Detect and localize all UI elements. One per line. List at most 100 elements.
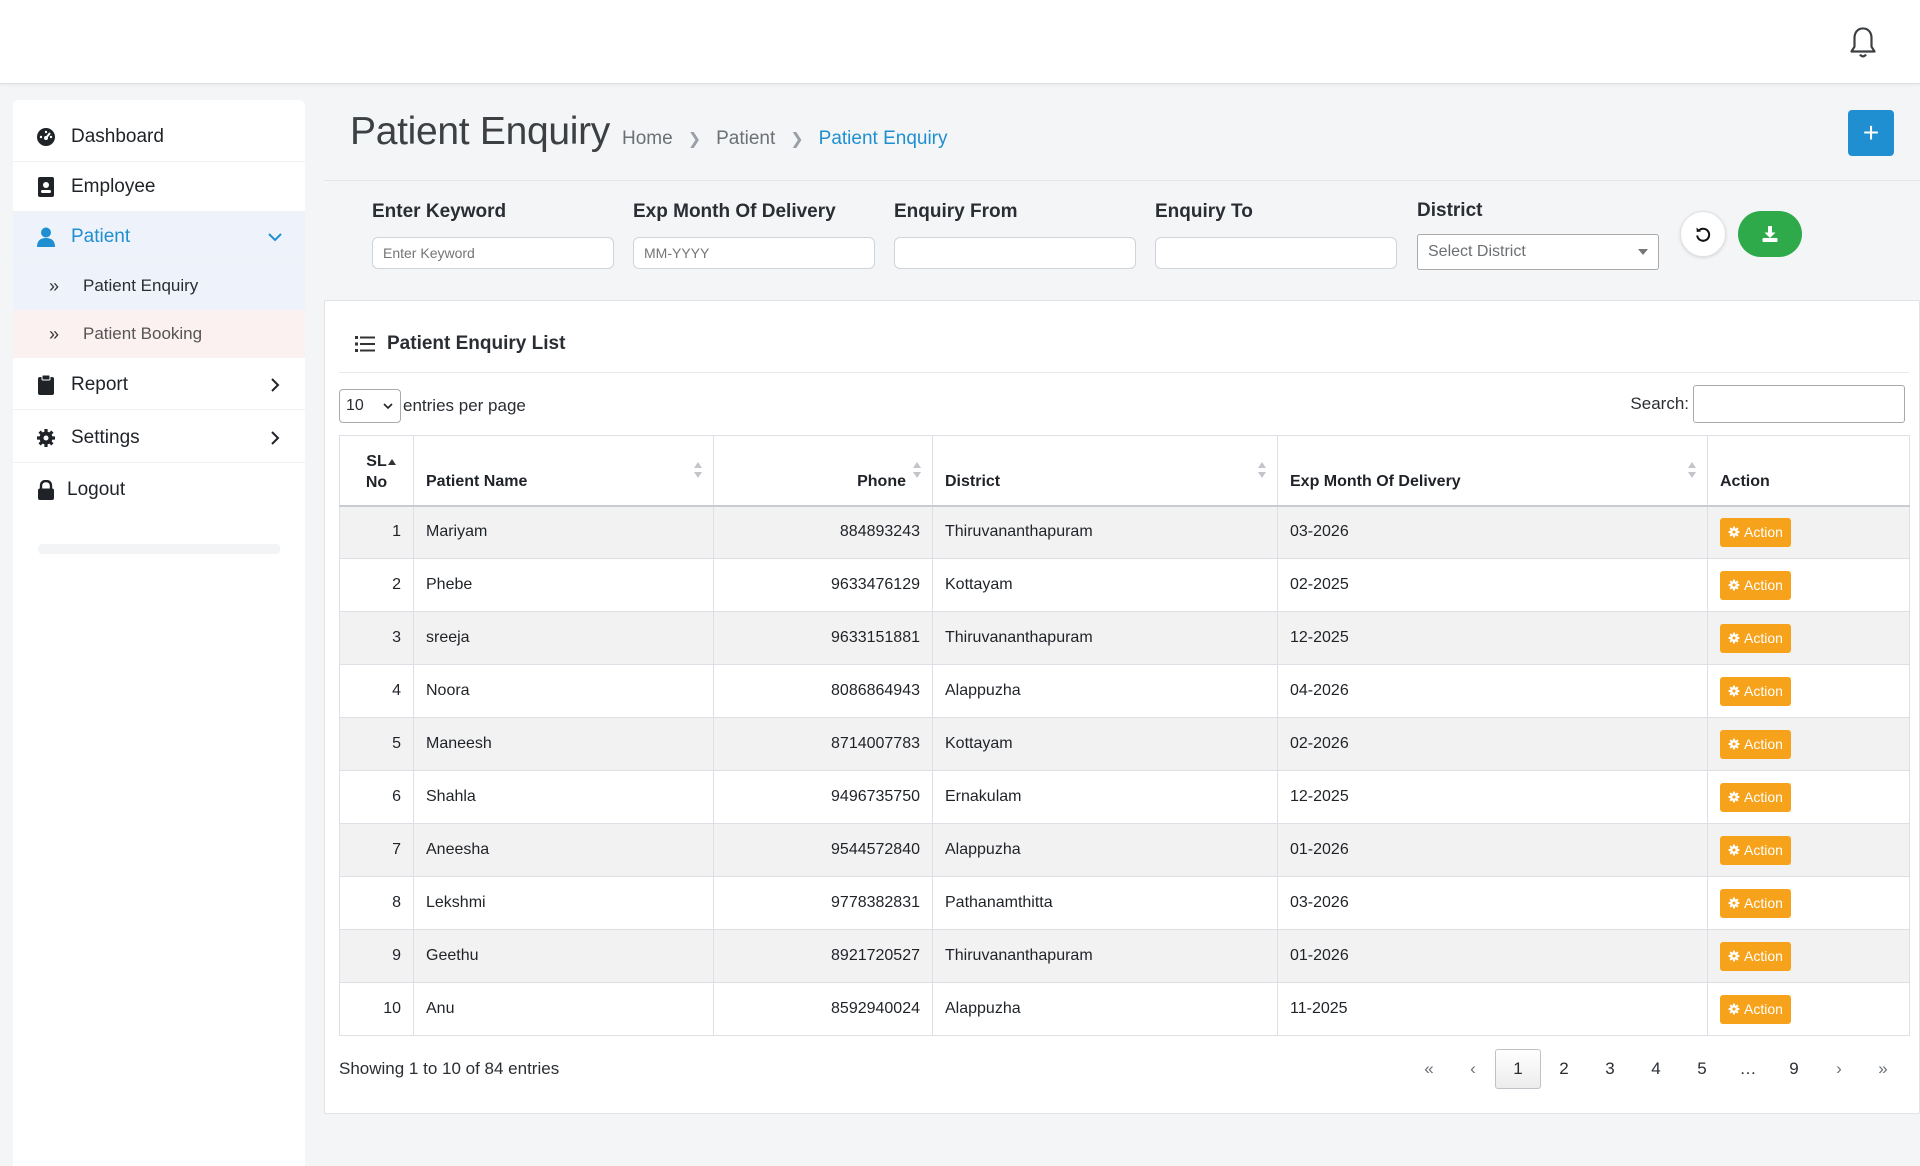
row-action-button[interactable]: Action: [1720, 623, 1791, 653]
breadcrumb-home[interactable]: Home: [622, 128, 673, 150]
chevron-right-icon: [271, 378, 280, 392]
page-button[interactable]: 4: [1633, 1049, 1679, 1089]
download-button[interactable]: [1738, 211, 1802, 257]
table-row: 4 Noora 8086864943 Alappuzha 04-2026 Action: [339, 664, 1910, 718]
column-header-exp-month[interactable]: Exp Month Of Delivery: [1277, 435, 1708, 507]
exp-month-input[interactable]: [633, 237, 875, 269]
sidebar-item-employee[interactable]: Employee: [13, 162, 305, 212]
sidebar-item-settings[interactable]: Settings: [13, 413, 305, 463]
row-action-button[interactable]: Action: [1720, 888, 1791, 918]
add-enquiry-button[interactable]: +: [1848, 110, 1894, 156]
sidebar-item-label: Patient: [71, 225, 131, 247]
cell-phone: 8921720527: [713, 929, 933, 983]
cell-phone: 8086864943: [713, 664, 933, 718]
next-page-button[interactable]: ›: [1817, 1049, 1861, 1089]
cell-action: Action: [1707, 929, 1910, 983]
enquiry-to-filter: Enquiry To: [1155, 201, 1397, 269]
row-action-button[interactable]: Action: [1720, 517, 1791, 547]
column-header-district[interactable]: District: [932, 435, 1278, 507]
sidebar-subitem-patient-booking[interactable]: » Patient Booking: [13, 310, 305, 358]
search-input[interactable]: [1693, 385, 1905, 423]
column-header-label: Exp Month Of Delivery: [1290, 472, 1461, 490]
page-ellipsis: …: [1739, 1059, 1757, 1078]
breadcrumb-patient[interactable]: Patient: [716, 128, 775, 150]
row-action-button[interactable]: Action: [1720, 782, 1791, 812]
page-button[interactable]: 5: [1679, 1049, 1725, 1089]
gear-icon: [1728, 791, 1740, 803]
row-action-label: Action: [1744, 789, 1783, 805]
cell-phone: 9633151881: [713, 611, 933, 665]
sort-icon: [1688, 461, 1696, 478]
row-action-button[interactable]: Action: [1720, 570, 1791, 600]
keyword-label: Enter Keyword: [372, 201, 507, 222]
sidebar-item-label: Employee: [71, 175, 156, 197]
district-select[interactable]: Select District: [1417, 234, 1659, 270]
column-header-action: Action: [1707, 435, 1910, 507]
cell-exp-month: 02-2025: [1277, 558, 1708, 612]
enquiry-from-filter: Enquiry From: [894, 201, 1136, 269]
enquiry-to-input[interactable]: [1155, 237, 1397, 269]
row-action-label: Action: [1744, 842, 1783, 858]
sidebar-placeholder-bar: [38, 544, 280, 554]
card-title: Patient Enquiry List: [387, 333, 566, 354]
exp-month-label: Exp Month Of Delivery: [633, 201, 836, 222]
entries-control: 10 entries per page: [339, 389, 526, 423]
cell-sl-no: 2: [339, 558, 414, 612]
prev-page-button[interactable]: ‹: [1451, 1049, 1495, 1089]
row-action-button[interactable]: Action: [1720, 994, 1791, 1024]
keyword-input[interactable]: [372, 237, 614, 269]
cell-action: Action: [1707, 982, 1910, 1036]
refresh-icon: [1696, 227, 1711, 242]
cell-district: Alappuzha: [932, 664, 1278, 718]
cell-exp-month: 12-2025: [1277, 770, 1708, 824]
entries-select[interactable]: 10: [339, 389, 401, 423]
row-action-button[interactable]: Action: [1720, 676, 1791, 706]
cell-patient-name: sreeja: [413, 611, 714, 665]
reset-button[interactable]: [1680, 211, 1726, 257]
cell-sl-no: 9: [339, 929, 414, 983]
caret-down-icon: [1638, 249, 1648, 255]
sidebar-item-patient[interactable]: Patient: [13, 212, 305, 262]
column-header-patient-name[interactable]: Patient Name: [413, 435, 714, 507]
entries-label: entries per page: [403, 396, 526, 415]
chevron-down-icon: [268, 233, 282, 242]
current-page-button[interactable]: 1: [1495, 1049, 1541, 1089]
search-label: Search:: [1630, 394, 1689, 413]
cell-action: Action: [1707, 611, 1910, 665]
last-page-button[interactable]: »: [1861, 1049, 1905, 1089]
cell-sl-no: 6: [339, 770, 414, 824]
table-row: 9 Geethu 8921720527 Thiruvananthapuram 01-20…: [339, 929, 1910, 983]
sidebar-item-logout[interactable]: Logout: [13, 465, 305, 515]
enquiry-from-input[interactable]: [894, 237, 1136, 269]
sidebar-item-report[interactable]: Report: [13, 360, 305, 410]
row-action-button[interactable]: Action: [1720, 941, 1791, 971]
cell-sl-no: 3: [339, 611, 414, 665]
exp-month-filter: Exp Month Of Delivery: [633, 201, 875, 269]
card-header: Patient Enquiry List: [355, 333, 565, 355]
page-button[interactable]: 2: [1541, 1049, 1587, 1089]
sidebar-subitem-patient-enquiry[interactable]: » Patient Enquiry: [13, 262, 305, 310]
row-action-button[interactable]: Action: [1720, 729, 1791, 759]
sort-icon: [694, 461, 702, 478]
chevron-down-icon: [383, 403, 393, 410]
cell-district: Ernakulam: [932, 770, 1278, 824]
cell-sl-no: 1: [339, 505, 414, 559]
bell-icon[interactable]: [1848, 26, 1878, 60]
page-button[interactable]: 3: [1587, 1049, 1633, 1089]
column-header-sl-no[interactable]: SL No: [339, 435, 414, 507]
row-action-label: Action: [1744, 524, 1783, 541]
cell-patient-name: Lekshmi: [413, 876, 714, 930]
row-action-button[interactable]: Action: [1720, 835, 1791, 865]
row-action-label: Action: [1744, 736, 1783, 752]
gear-icon: [1728, 579, 1740, 591]
table-row: 10 Anu 8592940024 Alappuzha 11-2025 Action: [339, 982, 1910, 1036]
cell-district: Kottayam: [932, 717, 1278, 771]
gear-icon: [1728, 685, 1740, 697]
column-header-phone[interactable]: Phone: [713, 435, 933, 507]
row-action-label: Action: [1744, 577, 1783, 593]
first-page-button[interactable]: «: [1407, 1049, 1451, 1089]
breadcrumb-current: Patient Enquiry: [818, 128, 948, 149]
cell-exp-month: 11-2025: [1277, 982, 1708, 1036]
sidebar-item-dashboard[interactable]: Dashboard: [13, 112, 305, 162]
page-button[interactable]: 9: [1771, 1049, 1817, 1089]
